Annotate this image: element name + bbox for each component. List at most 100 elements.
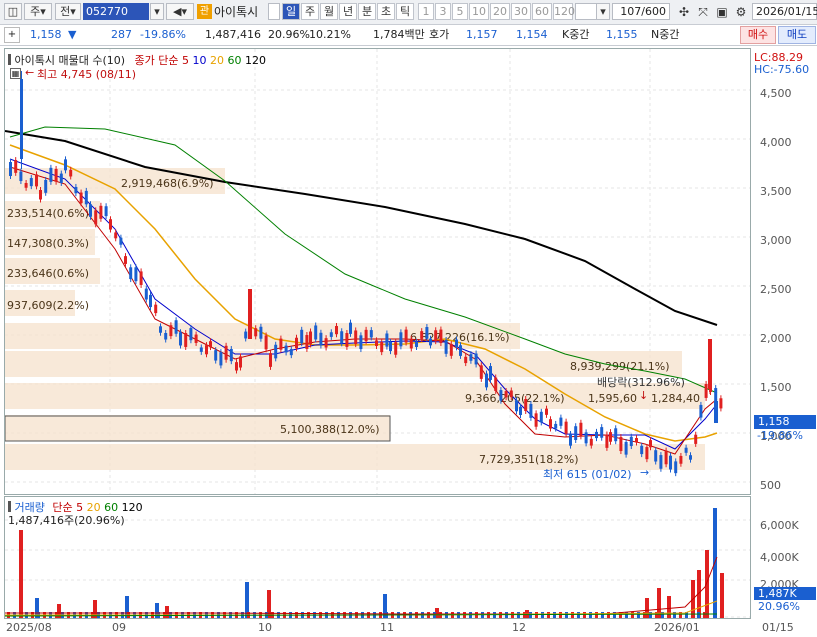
- tab-period-week[interactable]: 주: [301, 3, 319, 20]
- volume-current-tag: 1,487K: [754, 587, 816, 600]
- candle-body: [54, 168, 58, 182]
- count-input[interactable]: 107/600: [612, 3, 670, 20]
- market-select[interactable]: 주▾: [24, 3, 52, 20]
- bid-price: 1,154: [516, 28, 548, 41]
- table-toggle-icon[interactable]: ▦: [10, 68, 21, 79]
- buy-button[interactable]: 매수: [740, 26, 776, 44]
- tab-period-day[interactable]: 일: [282, 3, 300, 20]
- tab-period-second[interactable]: 초: [377, 3, 395, 20]
- volume-current-pct: 20.96%: [758, 600, 800, 613]
- candle-body: [335, 325, 338, 335]
- candle-body: [235, 362, 238, 371]
- candle-body: [459, 345, 462, 356]
- lock-icon[interactable]: ▣: [714, 4, 730, 20]
- interval-dropdown-icon[interactable]: ▾: [596, 3, 610, 20]
- interval-10[interactable]: 10: [469, 3, 489, 20]
- volume-bar: [703, 612, 706, 618]
- type-select[interactable]: 전▾: [55, 3, 81, 20]
- chart-type-icon[interactable]: ⤧: [695, 4, 711, 20]
- candle-body: [659, 455, 663, 469]
- candle-body: [184, 333, 188, 347]
- candle-body: [9, 162, 12, 176]
- candle-body: [485, 373, 488, 388]
- tab-period-tick[interactable]: 틱: [396, 3, 414, 20]
- n-mid-label: N중간: [651, 28, 680, 41]
- candle-body: [605, 434, 609, 448]
- ask-price: 1,157: [466, 28, 498, 41]
- candle-body: [394, 342, 398, 355]
- volume-tick: 6,000K: [760, 519, 799, 532]
- price-tick: 4,000: [760, 136, 792, 149]
- low-arrow-icon: →: [640, 466, 650, 479]
- sell-button[interactable]: 매도: [778, 26, 816, 44]
- candle-body: [569, 434, 572, 446]
- candle-body: [589, 438, 593, 446]
- interval-1[interactable]: 1: [418, 3, 434, 20]
- price-change-pct: -19.86%: [140, 28, 186, 41]
- volume-profile-label: 1,595,60: [588, 392, 637, 405]
- price-tick: 3,500: [760, 185, 792, 198]
- x-tick: 12: [512, 621, 526, 634]
- volume-bar: [589, 612, 592, 618]
- candle-body: [64, 159, 67, 171]
- candle-body: [329, 332, 333, 337]
- candle-body: [199, 347, 203, 352]
- volume-bar: [625, 612, 628, 618]
- candle-body: [179, 332, 182, 346]
- sound-icon[interactable]: ◀▾: [166, 3, 194, 20]
- tab-period-minute[interactable]: 분: [358, 3, 376, 20]
- interval-120[interactable]: 120: [553, 3, 575, 20]
- high-price-label: 최고 4,745 (08/11): [37, 68, 137, 81]
- candle-body: [455, 339, 458, 348]
- legend-bar-icon: [8, 54, 11, 65]
- code-dropdown-icon[interactable]: ▾: [150, 3, 164, 20]
- price-tick: 2,000: [760, 332, 792, 345]
- quote-expand-icon[interactable]: +: [4, 27, 20, 43]
- candle-body: [579, 422, 583, 437]
- candle-body: [134, 267, 138, 282]
- interval-20[interactable]: 20: [490, 3, 510, 20]
- volume-legend-ma120: 120: [121, 501, 143, 514]
- candle-body: [494, 377, 498, 391]
- stock-name-scroll[interactable]: [268, 3, 280, 20]
- interval-30[interactable]: 30: [511, 3, 531, 20]
- candle-body: [174, 320, 178, 334]
- candle-body: [124, 256, 127, 264]
- candle-body: [369, 330, 373, 338]
- chart-menu-icon[interactable]: ◫: [4, 3, 22, 20]
- candle-body: [274, 344, 278, 359]
- tab-period-year[interactable]: 년: [339, 3, 357, 20]
- interval-3[interactable]: 3: [435, 3, 451, 20]
- volume-profile-label: 147,308(0.3%): [7, 237, 89, 250]
- candle-body: [219, 352, 223, 366]
- volume-bar: [547, 612, 550, 618]
- candle-body: [595, 431, 598, 439]
- price-change: 287: [111, 28, 132, 41]
- candle-body: [429, 338, 432, 346]
- tab-period-month[interactable]: 월: [320, 3, 338, 20]
- candle-body: [375, 340, 378, 347]
- candle-body: [254, 328, 258, 337]
- candle-body: [385, 333, 389, 347]
- stock-code-input[interactable]: 052770: [83, 3, 149, 20]
- candle-body: [159, 326, 162, 333]
- settings-icon[interactable]: ⚙: [733, 4, 749, 20]
- volume-text: 1,487,416주(20.96%): [8, 514, 125, 527]
- crosshair-icon[interactable]: ✣: [676, 4, 692, 20]
- legend-ma120: 120: [245, 54, 267, 67]
- interval-5[interactable]: 5: [452, 3, 468, 20]
- candle-body: [449, 344, 453, 356]
- candle-body: [340, 331, 344, 344]
- candle-body: [69, 169, 73, 177]
- candle-body: [324, 338, 328, 348]
- candle-body: [189, 328, 193, 341]
- volume-bar: [697, 612, 700, 618]
- candle-body: [554, 423, 558, 429]
- volume-bar: [583, 612, 586, 618]
- candle-body: [205, 345, 208, 355]
- date-input[interactable]: 2026/01/15: [752, 3, 817, 20]
- candle-body: [74, 186, 78, 194]
- interval-60[interactable]: 60: [532, 3, 552, 20]
- candle-body: [624, 441, 628, 455]
- volume-ma-line: [5, 556, 718, 615]
